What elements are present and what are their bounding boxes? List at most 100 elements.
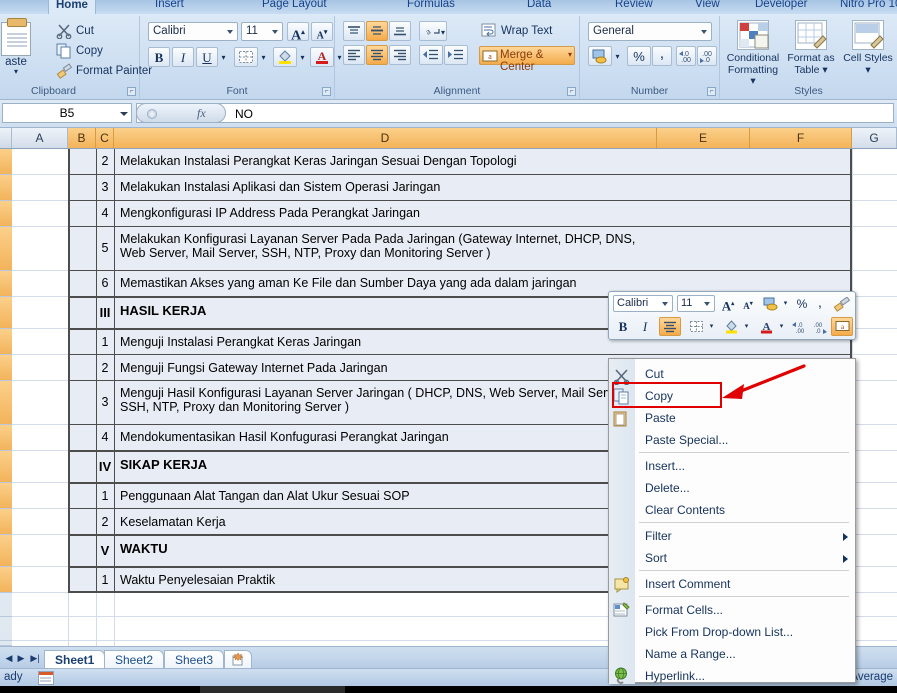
mini-grow-font-button[interactable]: A▴	[719, 295, 737, 312]
mini-percent-button[interactable]: %	[793, 295, 811, 312]
mini-font-color-button[interactable]: A	[755, 317, 777, 336]
underline-button[interactable]: U	[196, 47, 218, 67]
clipboard-dialog-launcher[interactable]: ⌐	[127, 87, 136, 96]
format-as-table-button[interactable]: Format as Table ▾	[783, 20, 839, 76]
mini-font-size-combo[interactable]: 11	[677, 295, 715, 312]
sheet-tab-sheet3[interactable]: Sheet3	[164, 650, 224, 669]
row-header[interactable]	[0, 201, 12, 227]
increase-indent-button[interactable]	[444, 45, 468, 65]
bold-button[interactable]: B	[148, 47, 170, 67]
decrease-indent-button[interactable]	[419, 45, 443, 65]
font-color-button[interactable]: A	[310, 47, 334, 67]
sheet-tab-sheet1[interactable]: Sheet1	[44, 650, 105, 669]
fill-color-dropdown[interactable]: ▾	[297, 47, 308, 67]
comma-style-button[interactable]: ,	[652, 46, 672, 66]
mini-fill-color-button[interactable]	[720, 317, 742, 336]
mini-currency-button[interactable]	[761, 295, 781, 312]
row-header[interactable]	[0, 451, 12, 483]
nav-next-sheet-button[interactable]: ▶|	[29, 652, 41, 664]
insert-worksheet-button[interactable]	[224, 650, 252, 669]
menu-item-delete[interactable]: Delete...	[609, 477, 857, 499]
menu-item-insert[interactable]: Insert...	[609, 455, 857, 477]
mini-format-painter-button[interactable]	[831, 295, 853, 312]
number-dialog-launcher[interactable]: ⌐	[707, 87, 716, 96]
column-header-a[interactable]: A	[12, 128, 68, 148]
number-format-combo[interactable]: General	[588, 22, 712, 41]
menu-item-hyperlink[interactable]: Hyperlink...	[609, 665, 857, 687]
row-header[interactable]	[0, 175, 12, 201]
tab-review[interactable]: Review	[608, 0, 660, 14]
row-header[interactable]	[0, 381, 12, 425]
copy-button[interactable]: Copy	[56, 42, 103, 61]
tab-formulas[interactable]: Formulas	[400, 0, 462, 14]
row-header[interactable]	[0, 617, 12, 641]
select-all-corner[interactable]	[0, 128, 12, 148]
row-header[interactable]	[0, 329, 12, 355]
mini-format-toolbar[interactable]: Calibri 11 A▴ A▾ ▾ % , B I ▾ ▾ A ▾ .	[608, 291, 856, 340]
tab-developer[interactable]: Developer	[748, 0, 814, 14]
italic-button[interactable]: I	[172, 47, 194, 67]
conditional-formatting-button[interactable]: Conditional Formatting ▾	[725, 20, 781, 88]
menu-item-clear-contents[interactable]: Clear Contents	[609, 499, 857, 521]
mini-bold-button[interactable]: B	[613, 317, 633, 336]
wrap-text-button[interactable]: Wrap Text	[481, 22, 552, 40]
nav-prev-sheet-button[interactable]: ▶	[15, 652, 27, 664]
row-header[interactable]	[0, 271, 12, 297]
formula-collapse-icon[interactable]	[147, 109, 157, 119]
tab-insert[interactable]: Insert	[148, 0, 191, 14]
menu-item-name-a-range[interactable]: Name a Range...	[609, 643, 857, 665]
align-center-button[interactable]	[366, 45, 388, 65]
menu-item-pick-from-dropdown-list[interactable]: Pick From Drop-down List...	[609, 621, 857, 643]
alignment-dialog-launcher[interactable]: ⌐	[567, 87, 576, 96]
row-header[interactable]	[0, 483, 12, 509]
tab-data[interactable]: Data	[520, 0, 558, 14]
align-top-button[interactable]	[343, 21, 365, 41]
row-header[interactable]	[0, 149, 12, 175]
grow-font-button[interactable]: A▴	[287, 22, 309, 41]
mini-font-name-combo[interactable]: Calibri	[613, 295, 673, 312]
borders-dropdown[interactable]: ▾	[258, 47, 269, 67]
font-size-combo[interactable]: 11	[241, 22, 283, 41]
align-middle-button[interactable]	[366, 21, 388, 41]
mini-increase-decimal-button[interactable]: .0.00	[789, 317, 808, 336]
menu-item-paste[interactable]: Paste	[609, 407, 857, 429]
sheet-tab-sheet2[interactable]: Sheet2	[104, 650, 164, 669]
mini-borders-button[interactable]	[685, 317, 707, 336]
percent-style-button[interactable]: %	[627, 46, 651, 66]
menu-item-paste-special[interactable]: Paste Special...	[609, 429, 857, 451]
font-dialog-launcher[interactable]: ⌐	[322, 87, 331, 96]
row-header[interactable]	[0, 509, 12, 535]
column-header-e[interactable]: E	[657, 128, 750, 148]
align-left-button[interactable]	[343, 45, 365, 65]
menu-item-sort[interactable]: Sort	[609, 547, 857, 569]
tab-page-layout[interactable]: Page Layout	[255, 0, 334, 14]
row-header[interactable]	[0, 355, 12, 381]
column-header-f[interactable]: F	[750, 128, 852, 148]
row-header[interactable]	[0, 593, 12, 617]
mini-italic-button[interactable]: I	[635, 317, 655, 336]
tab-nitro-pro[interactable]: Nitro Pro 10	[833, 0, 897, 14]
menu-item-filter[interactable]: Filter	[609, 525, 857, 547]
underline-dropdown[interactable]: ▾	[218, 47, 229, 67]
name-box[interactable]: B5	[2, 103, 132, 123]
mini-fill-color-dropdown[interactable]: ▾	[742, 317, 751, 336]
merge-center-button[interactable]: a Merge & Center ▾	[479, 46, 575, 65]
mini-comma-button[interactable]: ,	[813, 295, 827, 312]
paste-button[interactable]: aste ▾	[0, 20, 42, 84]
mini-font-color-dropdown[interactable]: ▾	[777, 317, 786, 336]
column-header-g[interactable]: G	[852, 128, 897, 148]
font-name-combo[interactable]: Calibri	[148, 22, 238, 41]
formula-input[interactable]: fx NO	[136, 103, 894, 123]
mini-decrease-decimal-button[interactable]: .00.0	[809, 317, 828, 336]
currency-button[interactable]	[588, 46, 612, 66]
tab-view[interactable]: View	[688, 0, 727, 14]
mini-merge-center-button[interactable]: a	[831, 317, 853, 336]
decrease-decimal-button[interactable]: .00.0	[697, 46, 717, 66]
column-header-b[interactable]: B	[68, 128, 96, 148]
fill-color-button[interactable]	[273, 47, 297, 67]
orientation-button[interactable]: a ▾	[419, 21, 447, 41]
cell-styles-button[interactable]: Cell Styles ▾	[840, 20, 896, 76]
row-header[interactable]	[0, 227, 12, 271]
row-header[interactable]	[0, 297, 12, 329]
mini-shrink-font-button[interactable]: A▾	[739, 295, 757, 312]
